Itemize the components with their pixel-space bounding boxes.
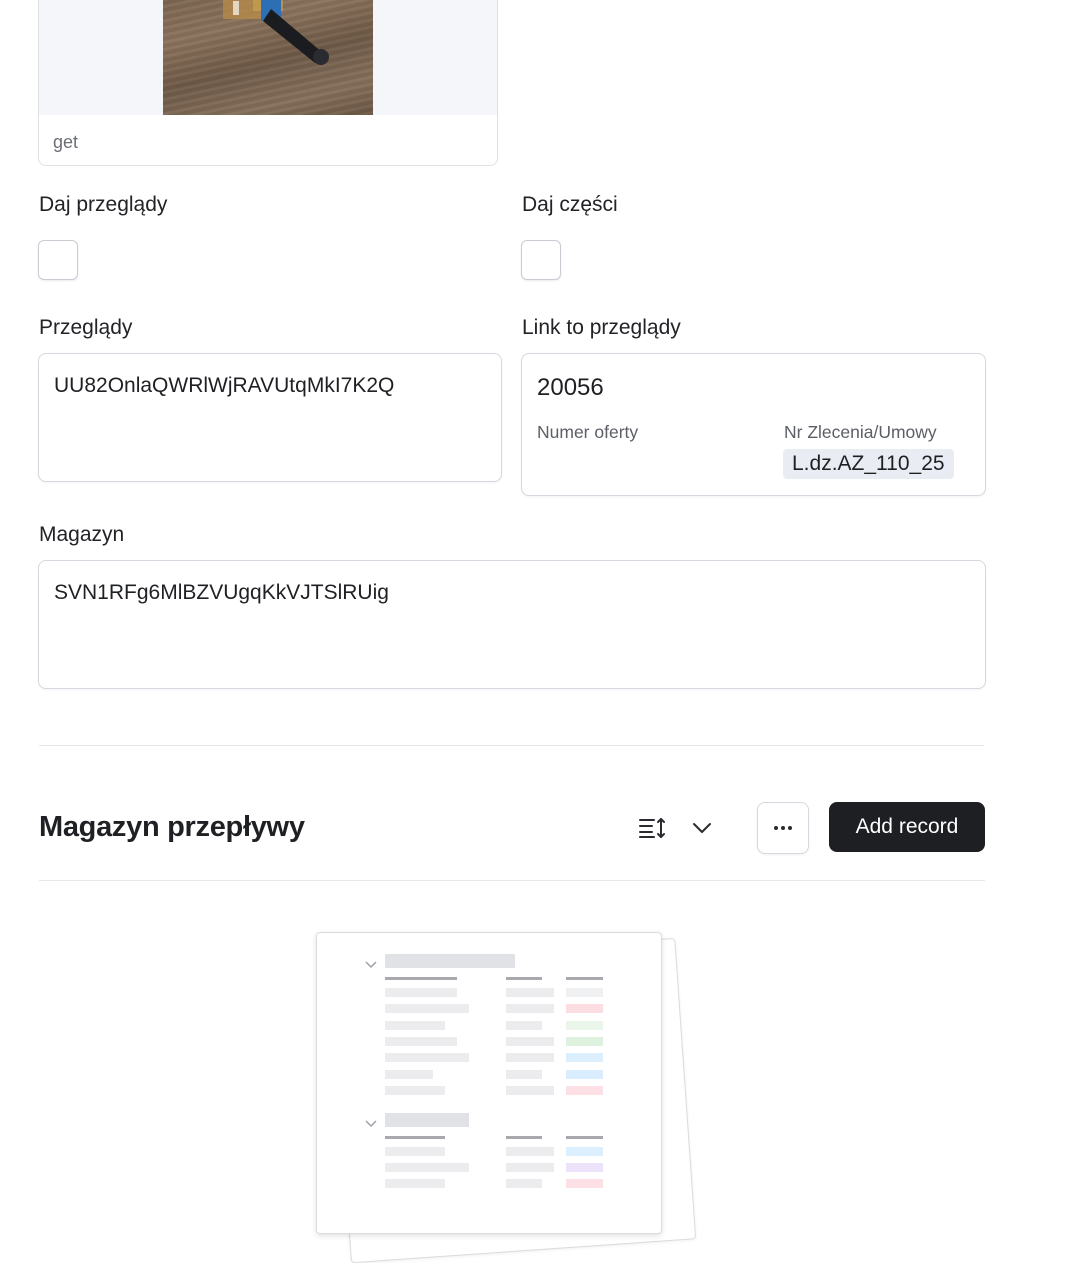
more-options-button[interactable] [757,802,809,854]
linked-record-number[interactable]: 20056 [537,374,604,402]
daj-przeglady-label: Daj przeglądy [39,193,168,216]
daj-czesci-checkbox[interactable] [521,240,561,280]
link-to-przeglady-label: Link to przeglądy [522,316,681,339]
header-divider [39,880,985,881]
section-divider [39,745,984,746]
magazyn-value: SVN1RFg6MlBZVUgqKkVJTSlRUig [54,581,389,604]
attachment-photo[interactable] [163,0,373,115]
image-attachment-card[interactable]: get [38,0,498,166]
magazyn-label: Magazyn [39,523,125,546]
sort-dropdown-button[interactable] [688,815,716,841]
daj-przeglady-checkbox[interactable] [38,240,78,280]
empty-table-illustration [300,920,720,1263]
numer-oferty-label: Numer oferty [537,422,639,442]
nr-zlecenia-label: Nr Zlecenia/Umowy [784,422,937,442]
przeglady-label: Przeglądy [39,316,133,339]
nr-zlecenia-tag: L.dz.AZ_110_25 [783,449,954,479]
przeglady-field[interactable]: UU82OnlaQWRlWjRAVUtqMkI7K2Q [38,353,502,482]
daj-czesci-label: Daj części [522,193,618,216]
sort-icon [639,818,665,838]
illustration-front-sheet [316,932,662,1234]
image-preview-area [39,0,497,115]
group-chevron-icon [365,961,377,969]
image-caption: get [53,132,79,152]
group-chevron-icon [365,1120,377,1128]
add-record-button[interactable]: Add record [829,802,985,852]
more-horizontal-icon [774,826,792,830]
section-title: Magazyn przepływy [39,811,305,843]
przeglady-value: UU82OnlaQWRlWjRAVUtqMkI7K2Q [54,374,395,397]
link-to-przeglady-field[interactable]: 20056 Numer oferty Nr Zlecenia/Umowy L.d… [521,353,986,496]
sort-button[interactable] [636,813,668,843]
magazyn-field[interactable]: SVN1RFg6MlBZVUgqKkVJTSlRUig [38,560,986,689]
chevron-down-icon [693,823,711,833]
